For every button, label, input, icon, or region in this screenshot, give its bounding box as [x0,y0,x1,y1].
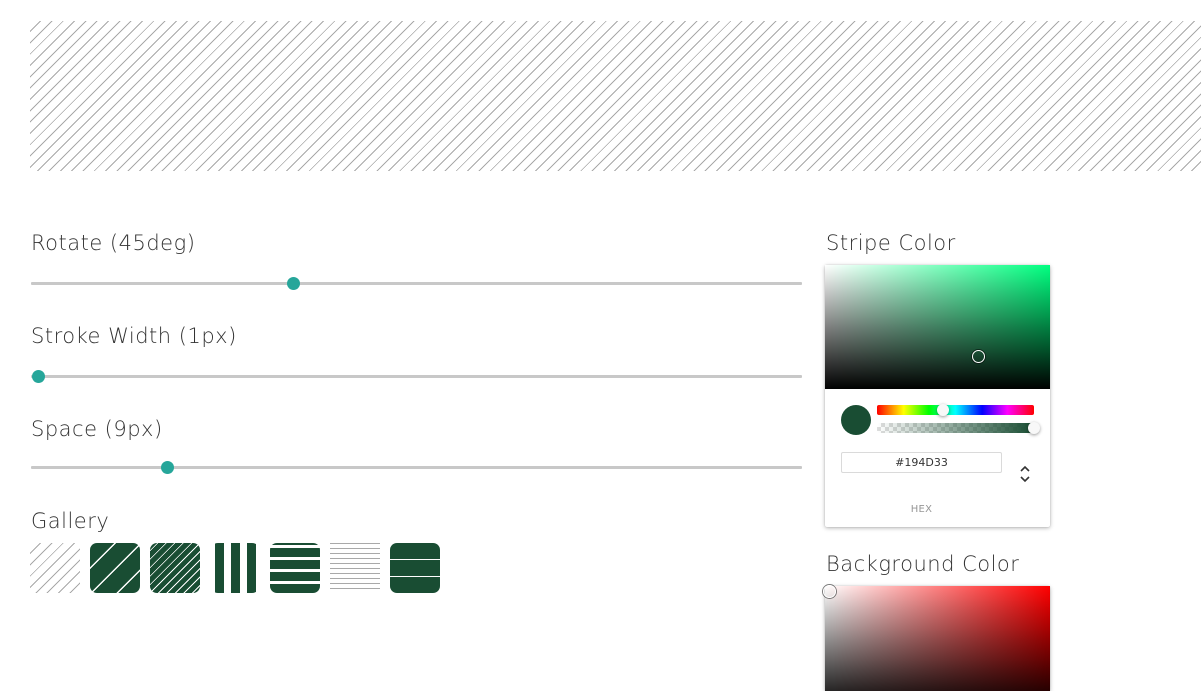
background-saturation-area[interactable] [823,585,1050,691]
stroke-width-slider[interactable] [31,366,802,386]
space-slider-track[interactable] [31,466,802,469]
stripe-hue-slider[interactable] [877,404,1034,416]
format-label: HEX [910,504,933,515]
alpha-slider-handle[interactable] [1028,422,1040,434]
stripe-saturation-area[interactable] [825,265,1050,389]
rotate-slider[interactable] [31,273,802,293]
gallery-item-dense-diagonal[interactable] [150,543,200,593]
background-saturation-cursor[interactable] [823,585,836,598]
gallery-label: Gallery [31,509,110,533]
gallery-item-horizontal-thin[interactable] [330,543,380,593]
stripe-color-picker: #194D33 HEX [825,265,1050,527]
stroke-width-slider-thumb[interactable] [32,370,45,383]
rotate-label: Rotate (45deg) [31,231,196,255]
stroke-width-label: Stroke Width (1px) [31,324,237,348]
gallery-item-horizontal-thick[interactable] [270,543,320,593]
gallery-item-vertical[interactable] [210,543,260,593]
hue-slider-handle[interactable] [936,404,949,416]
stripe-color-swatch [841,405,871,435]
stripe-color-label: Stripe Color [826,231,956,255]
gallery-item-wide-diagonal[interactable] [90,543,140,593]
format-toggle-icon[interactable] [1017,462,1033,486]
space-slider-thumb[interactable] [160,461,174,474]
saturation-cursor[interactable] [972,350,985,363]
space-label: Space (9px) [31,417,163,441]
rotate-slider-thumb[interactable] [287,277,301,290]
pattern-preview [30,21,1201,171]
stripe-alpha-slider[interactable] [877,422,1040,434]
space-slider[interactable] [31,457,802,477]
background-color-label: Background Color [826,552,1020,576]
rotate-slider-track[interactable] [31,282,802,285]
gallery-item-thin-diagonal[interactable] [30,543,80,593]
stroke-width-slider-track[interactable] [31,375,802,378]
hex-input[interactable]: #194D33 [841,452,1002,473]
gallery-item-horizontal-lines[interactable] [390,543,440,593]
background-color-picker [823,585,1050,691]
